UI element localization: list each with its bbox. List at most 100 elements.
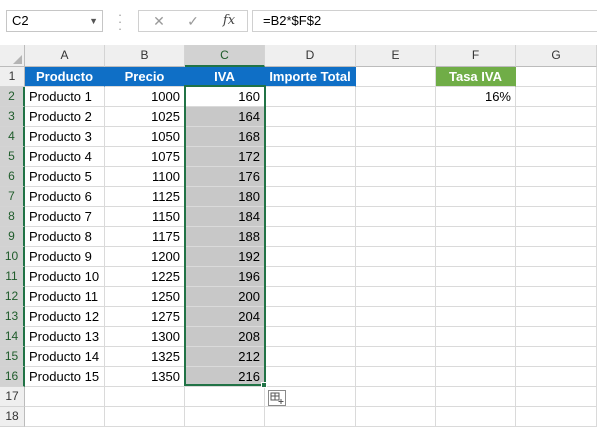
cell-g15[interactable] <box>516 347 597 367</box>
cell-g18[interactable] <box>516 407 597 427</box>
cell-g13[interactable] <box>516 307 597 327</box>
cell-e15[interactable] <box>356 347 436 367</box>
cell-iva[interactable]: 192 <box>185 247 265 267</box>
formula-bar-resize-handle[interactable]: · · · <box>117 8 123 35</box>
cell-iva[interactable]: 184 <box>185 207 265 227</box>
cell-f9[interactable] <box>436 227 516 247</box>
cell-f15[interactable] <box>436 347 516 367</box>
row-header-7[interactable]: 7 <box>0 187 25 207</box>
cell-precio[interactable]: 1100 <box>105 167 185 187</box>
cell-precio[interactable]: 1300 <box>105 327 185 347</box>
check-icon[interactable]: ✓ <box>179 11 207 31</box>
cell-f12[interactable] <box>436 287 516 307</box>
cell-e2[interactable] <box>356 87 436 107</box>
cell-iva[interactable]: 160 <box>185 87 265 107</box>
cell-e9[interactable] <box>356 227 436 247</box>
cell-g17[interactable] <box>516 387 597 407</box>
cell-precio[interactable]: 1125 <box>105 187 185 207</box>
row-header-4[interactable]: 4 <box>0 127 25 147</box>
cell-f7[interactable] <box>436 187 516 207</box>
header-iva[interactable]: IVA <box>185 67 265 87</box>
cell-d10[interactable] <box>265 247 356 267</box>
cell-c18[interactable] <box>185 407 265 427</box>
cell-a17[interactable] <box>25 387 105 407</box>
cell-g12[interactable] <box>516 287 597 307</box>
header-producto[interactable]: Producto <box>25 67 105 87</box>
row-header-12[interactable]: 12 <box>0 287 25 307</box>
cell-producto[interactable]: Producto 9 <box>25 247 105 267</box>
cell-e1[interactable] <box>356 67 436 87</box>
cell-a18[interactable] <box>25 407 105 427</box>
cell-precio[interactable]: 1200 <box>105 247 185 267</box>
close-icon[interactable]: ✕ <box>145 11 173 31</box>
cell-d11[interactable] <box>265 267 356 287</box>
cell-f13[interactable] <box>436 307 516 327</box>
row-header-9[interactable]: 9 <box>0 227 25 247</box>
cell-f18[interactable] <box>436 407 516 427</box>
cell-producto[interactable]: Producto 4 <box>25 147 105 167</box>
cell-d4[interactable] <box>265 127 356 147</box>
cell-precio[interactable]: 1225 <box>105 267 185 287</box>
cell-g4[interactable] <box>516 127 597 147</box>
column-header-a[interactable]: A <box>25 45 105 67</box>
cell-e10[interactable] <box>356 247 436 267</box>
row-header-10[interactable]: 10 <box>0 247 25 267</box>
cell-d14[interactable] <box>265 327 356 347</box>
cell-d7[interactable] <box>265 187 356 207</box>
cell-iva[interactable]: 168 <box>185 127 265 147</box>
cell-g16[interactable] <box>516 367 597 387</box>
cell-iva[interactable]: 164 <box>185 107 265 127</box>
column-header-g[interactable]: G <box>516 45 597 67</box>
cell-iva[interactable]: 176 <box>185 167 265 187</box>
cell-g14[interactable] <box>516 327 597 347</box>
fx-icon[interactable]: fx <box>215 11 243 31</box>
cell-precio[interactable]: 1250 <box>105 287 185 307</box>
row-header-1[interactable]: 1 <box>0 67 25 87</box>
cell-e13[interactable] <box>356 307 436 327</box>
cell-producto[interactable]: Producto 13 <box>25 327 105 347</box>
cell-precio[interactable]: 1025 <box>105 107 185 127</box>
cell-producto[interactable]: Producto 5 <box>25 167 105 187</box>
row-header-8[interactable]: 8 <box>0 207 25 227</box>
cell-f17[interactable] <box>436 387 516 407</box>
cell-iva[interactable]: 172 <box>185 147 265 167</box>
cell-e6[interactable] <box>356 167 436 187</box>
cell-f8[interactable] <box>436 207 516 227</box>
cell-e17[interactable] <box>356 387 436 407</box>
row-header-15[interactable]: 15 <box>0 347 25 367</box>
cell-d9[interactable] <box>265 227 356 247</box>
cell-d16[interactable] <box>265 367 356 387</box>
cell-e5[interactable] <box>356 147 436 167</box>
cell-e7[interactable] <box>356 187 436 207</box>
row-header-5[interactable]: 5 <box>0 147 25 167</box>
cell-iva[interactable]: 196 <box>185 267 265 287</box>
cell-g2[interactable] <box>516 87 597 107</box>
cell-g7[interactable] <box>516 187 597 207</box>
cell-producto[interactable]: Producto 1 <box>25 87 105 107</box>
cell-g8[interactable] <box>516 207 597 227</box>
cell-f16[interactable] <box>436 367 516 387</box>
cell-producto[interactable]: Producto 7 <box>25 207 105 227</box>
column-header-c[interactable]: C <box>185 45 265 67</box>
cell-iva[interactable]: 188 <box>185 227 265 247</box>
cell-e14[interactable] <box>356 327 436 347</box>
header-importe-total[interactable]: Importe Total <box>265 67 356 87</box>
row-header-11[interactable]: 11 <box>0 267 25 287</box>
cell-g6[interactable] <box>516 167 597 187</box>
column-header-e[interactable]: E <box>356 45 436 67</box>
cell-d15[interactable] <box>265 347 356 367</box>
cell-precio[interactable]: 1350 <box>105 367 185 387</box>
cell-e3[interactable] <box>356 107 436 127</box>
cell-f5[interactable] <box>436 147 516 167</box>
cell-iva[interactable]: 204 <box>185 307 265 327</box>
cell-d18[interactable] <box>265 407 356 427</box>
cell-f10[interactable] <box>436 247 516 267</box>
cell-precio[interactable]: 1325 <box>105 347 185 367</box>
formula-input[interactable]: =B2*$F$2 <box>252 10 597 32</box>
row-header-14[interactable]: 14 <box>0 327 25 347</box>
cell-g3[interactable] <box>516 107 597 127</box>
cell-precio[interactable]: 1000 <box>105 87 185 107</box>
column-header-f[interactable]: F <box>436 45 516 67</box>
cell-c17[interactable] <box>185 387 265 407</box>
cell-iva[interactable]: 208 <box>185 327 265 347</box>
